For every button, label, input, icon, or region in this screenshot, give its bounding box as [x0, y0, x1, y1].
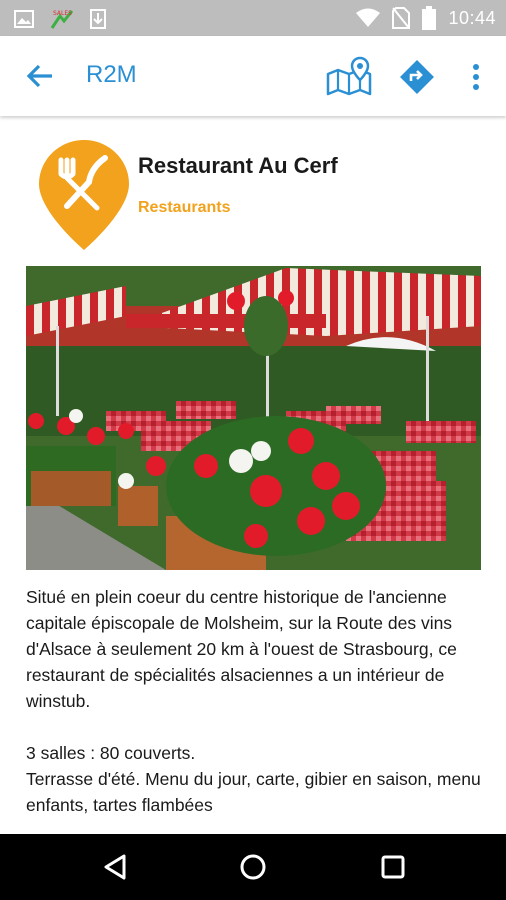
map-pin-icon[interactable]: [326, 56, 372, 96]
status-bar: SALES 10:44: [0, 0, 506, 36]
place-title: Restaurant Au Cerf: [138, 153, 338, 178]
system-nav-bar: [0, 834, 506, 900]
wifi-icon: [356, 8, 381, 27]
app-bar: R2M: [0, 36, 506, 116]
directions-icon[interactable]: [400, 60, 434, 94]
no-sim-icon: [392, 7, 411, 29]
image-icon: [14, 10, 34, 28]
battery-icon: [422, 6, 437, 30]
status-system: 10:44: [356, 6, 496, 30]
place-category[interactable]: Restaurants: [138, 199, 230, 217]
app-title: R2M: [86, 61, 137, 88]
place-description: Situé en plein coeur du centre historiqu…: [26, 587, 481, 815]
nav-back-icon[interactable]: [100, 852, 130, 882]
nav-recent-icon[interactable]: [378, 852, 408, 882]
restaurant-pin-icon: [39, 140, 129, 250]
status-time: 10:44: [448, 7, 496, 28]
restaurant-terrace-photo: [26, 266, 481, 570]
overflow-menu-icon[interactable]: [466, 60, 486, 94]
download-icon: [90, 9, 106, 29]
status-notifications: SALES: [14, 8, 106, 30]
svg-text:SALES: SALES: [53, 10, 72, 17]
back-arrow-icon[interactable]: [24, 60, 56, 92]
sales-app-icon: SALES: [50, 10, 74, 29]
nav-home-icon[interactable]: [238, 852, 268, 882]
